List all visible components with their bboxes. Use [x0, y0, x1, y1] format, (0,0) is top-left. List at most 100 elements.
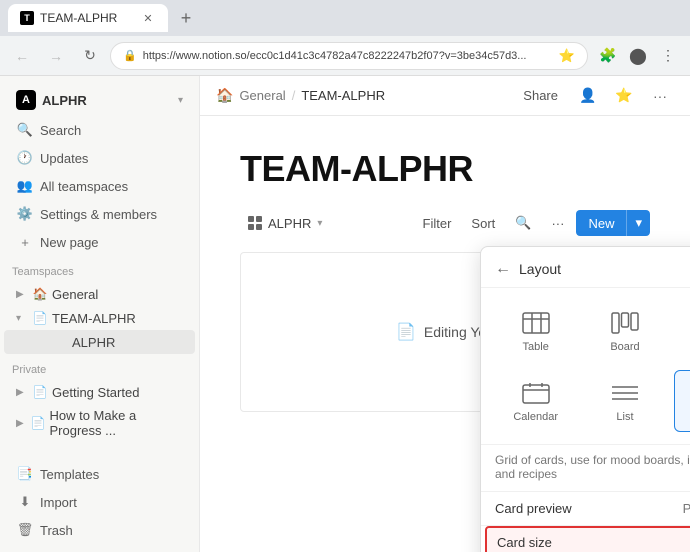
layout-options-grid: Table Board — [481, 288, 690, 445]
tab-close-button[interactable]: ✕ — [140, 10, 156, 26]
new-button-arrow-icon[interactable]: ▾ — [626, 210, 650, 236]
card-size-label: Card size — [497, 535, 690, 550]
sidebar-item-search[interactable]: 🔍 Search — [4, 116, 195, 144]
search-icon: 🔍 — [16, 121, 34, 139]
layout-back-button[interactable]: ← — [495, 260, 511, 278]
sidebar-item-getting-started[interactable]: ▶ 📄 Getting Started — [4, 380, 195, 404]
favorite-icon-button[interactable]: ⭐ — [610, 82, 638, 110]
db-source-label: ALPHR — [268, 216, 311, 231]
search-button[interactable]: 🔍 — [507, 211, 539, 235]
more-db-button[interactable]: ··· — [543, 212, 572, 235]
team-alphr-label: TEAM-ALPHR — [52, 311, 136, 326]
sidebar-item-updates-label: Updates — [40, 151, 88, 166]
filter-button[interactable]: Filter — [415, 212, 460, 235]
browser-toolbar-icons: 🧩 ⬤ ⋮ — [594, 42, 682, 70]
tab-title: TEAM-ALPHR — [40, 11, 117, 25]
breadcrumb-icon: 🏠 — [216, 87, 233, 104]
main-content-area: 🏠 General / TEAM-ALPHR Share 👤 ⭐ ··· TEA… — [200, 76, 690, 552]
breadcrumb-parent: General — [239, 88, 285, 103]
teamspaces-icon: 👥 — [16, 177, 34, 195]
alphr-label: ALPHR — [72, 335, 115, 350]
browser-tab[interactable]: T TEAM-ALPHR ✕ — [8, 4, 168, 32]
extensions-icon[interactable]: 🧩 — [594, 42, 622, 70]
progress-chevron-icon: ▶ — [16, 418, 27, 429]
general-chevron-icon: ▶ — [16, 289, 28, 300]
user-icon-button[interactable]: 👤 — [574, 82, 602, 110]
card-preview-label: Card preview — [495, 501, 683, 516]
list-icon — [607, 379, 643, 407]
sidebar-item-alphr[interactable]: ALPHR — [4, 330, 195, 354]
new-tab-button[interactable]: + — [172, 4, 200, 32]
profile-icon[interactable]: ⬤ — [624, 42, 652, 70]
address-bar[interactable]: 🔒 https://www.notion.so/ecc0c1d41c3c4782… — [110, 42, 588, 70]
layout-panel-title: Layout — [519, 261, 690, 277]
layout-description: Grid of cards, use for mood boards, inde… — [481, 445, 690, 492]
new-record-button[interactable]: New ▾ — [576, 210, 650, 236]
team-alphr-chevron-icon: ▾ — [16, 313, 28, 324]
layout-option-gallery[interactable]: Gallery — [674, 370, 690, 432]
sidebar-item-team-alphr[interactable]: ▾ 📄 TEAM-ALPHR — [4, 306, 195, 330]
calendar-label: Calendar — [513, 411, 558, 423]
address-star[interactable]: ⭐ — [559, 48, 575, 64]
sidebar-item-search-label: Search — [40, 123, 81, 138]
lock-icon: 🔒 — [123, 49, 137, 62]
trash-label: Trash — [40, 523, 73, 538]
layout-option-calendar[interactable]: Calendar — [495, 370, 576, 432]
layout-option-table[interactable]: Table — [495, 300, 576, 362]
browser-titlebar: T TEAM-ALPHR ✕ + — [0, 0, 690, 36]
new-page-icon: + — [16, 233, 34, 251]
calendar-icon — [518, 379, 554, 407]
sidebar-item-settings-label: Settings & members — [40, 207, 157, 222]
layout-panel-header: ← Layout ✕ — [481, 247, 690, 288]
new-button-label: New — [576, 211, 626, 236]
address-text: https://www.notion.so/ecc0c1d41c3c4782a4… — [143, 50, 527, 62]
getting-started-label: Getting Started — [52, 385, 139, 400]
templates-icon: 📑 — [16, 465, 34, 483]
sidebar-item-new-page[interactable]: + New page — [4, 228, 195, 256]
db-source-button[interactable]: ALPHR ▾ — [240, 212, 330, 235]
page-content: TEAM-ALPHR ALPHR ▾ Filter Sort 🔍 — [200, 116, 690, 552]
list-label: List — [616, 411, 633, 423]
sort-button[interactable]: Sort — [463, 212, 503, 235]
sidebar-item-settings[interactable]: ⚙️ Settings & members — [4, 200, 195, 228]
workspace-chevron-icon: ▾ — [178, 95, 183, 106]
card-preview-row[interactable]: Card preview Page cover › — [481, 492, 690, 526]
sidebar-item-updates[interactable]: 🕐 Updates — [4, 144, 195, 172]
progress-icon: 📄 — [31, 415, 46, 431]
getting-started-icon: 📄 — [32, 384, 48, 400]
layout-option-timeline[interactable]: Timeline — [674, 300, 690, 362]
sidebar-item-how-to-progress[interactable]: ▶ 📄 How to Make a Progress ... — [4, 404, 195, 442]
database-toolbar: ALPHR ▾ Filter Sort 🔍 ··· New ▾ — [240, 210, 650, 236]
breadcrumb-current: TEAM-ALPHR — [301, 88, 385, 103]
sidebar-item-general[interactable]: ▶ 🏠 General — [4, 282, 195, 306]
templates-label: Templates — [40, 467, 99, 482]
sidebar-item-trash[interactable]: 🗑 Trash — [4, 516, 195, 544]
board-icon — [607, 309, 643, 337]
sidebar-item-templates[interactable]: 📑 Templates — [4, 460, 195, 488]
card-size-row[interactable]: Card size Medium › — [485, 526, 690, 552]
trash-icon: 🗑 — [16, 521, 34, 539]
sidebar: A ALPHR ▾ 🔍 Search 🕐 Updates 👥 All teams… — [0, 76, 200, 552]
general-icon: 🏠 — [32, 286, 48, 302]
workspace-switcher[interactable]: A ALPHR ▾ — [4, 84, 195, 116]
workspace-icon: A — [16, 90, 36, 110]
settings-icon: ⚙️ — [16, 205, 34, 223]
sidebar-item-teamspaces-label: All teamspaces — [40, 179, 128, 194]
layout-option-board[interactable]: Board — [584, 300, 665, 362]
table-icon — [518, 309, 554, 337]
reload-button[interactable]: ↻ — [76, 42, 104, 70]
more-options-button[interactable]: ··· — [646, 82, 674, 110]
back-button[interactable]: ← — [8, 42, 36, 70]
forward-button[interactable]: → — [42, 42, 70, 70]
import-icon: ⬇ — [16, 493, 34, 511]
sidebar-item-all-teamspaces[interactable]: 👥 All teamspaces — [4, 172, 195, 200]
browser-toolbar: ← → ↻ 🔒 https://www.notion.so/ecc0c1d41c… — [0, 36, 690, 76]
sidebar-item-import[interactable]: ⬇ Import — [4, 488, 195, 516]
browser-menu-icon[interactable]: ⋮ — [654, 42, 682, 70]
db-toolbar-right: Filter Sort 🔍 ··· New ▾ — [415, 210, 650, 236]
layout-option-list[interactable]: List — [584, 370, 665, 432]
breadcrumb-separator: / — [292, 88, 296, 103]
share-button[interactable]: Share — [515, 84, 566, 107]
sidebar-item-new-page-label: New page — [40, 235, 99, 250]
alphr-icon — [52, 334, 68, 350]
